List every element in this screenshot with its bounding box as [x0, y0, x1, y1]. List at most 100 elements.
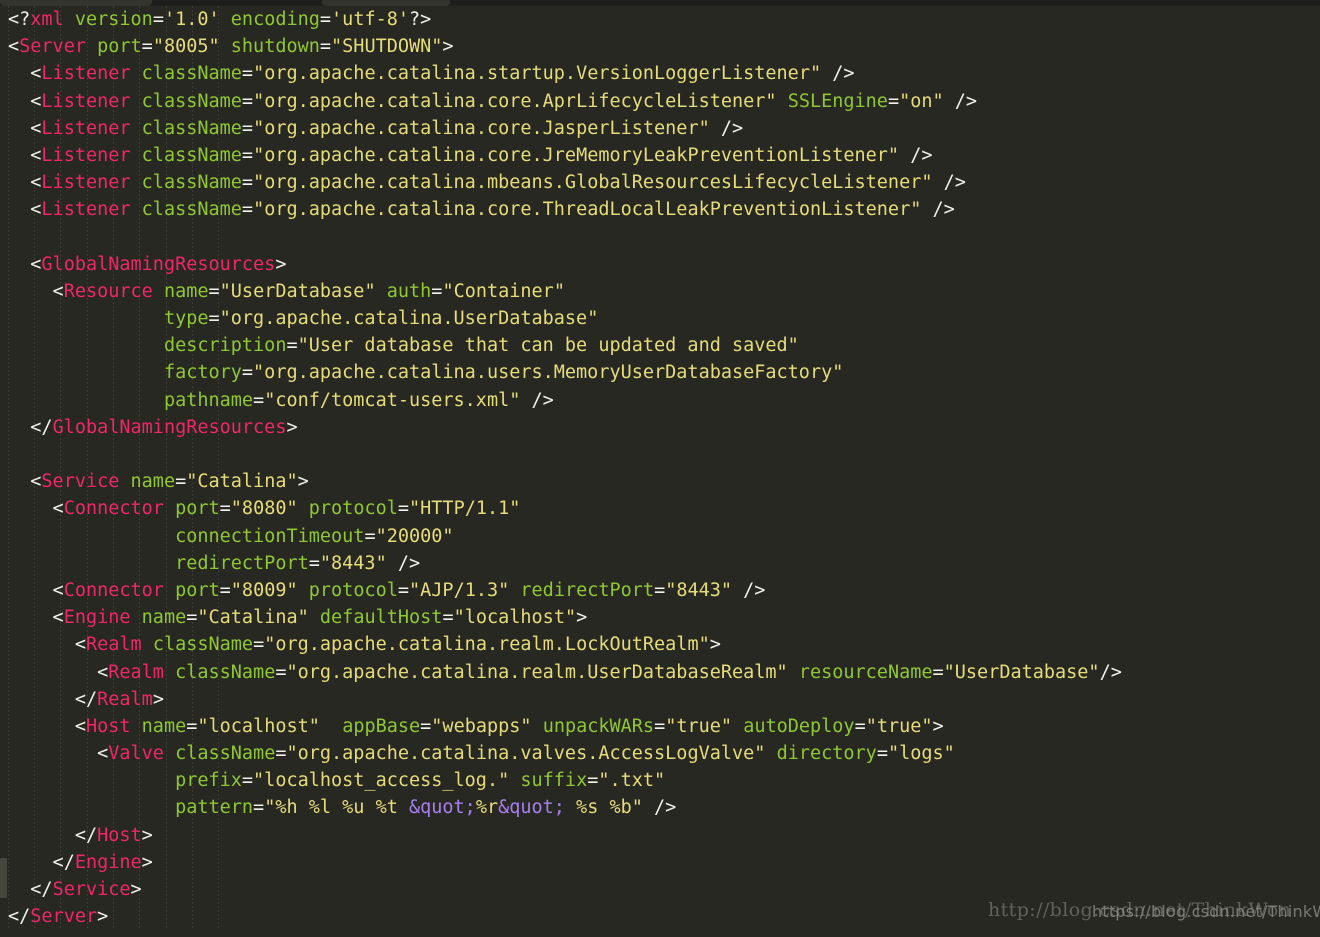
code-token: = [208, 280, 220, 302]
code-token: </ [8, 879, 53, 900]
code-line[interactable]: prefix="localhost_access_log." suffix=".… [0, 767, 1122, 794]
code-token: = [275, 743, 287, 765]
code-token: redirectPort [520, 579, 655, 601]
code-token: /> [921, 199, 955, 221]
code-token: className [141, 117, 242, 139]
code-token: = [241, 63, 254, 85]
code-token: > [297, 471, 309, 493]
code-token: "localhost_access_log." [253, 770, 510, 792]
code-token: < [8, 36, 20, 58]
code-token: "org.apache.catalina.core.JasperListener… [253, 117, 710, 139]
code-line[interactable]: <Service name="Catalina"> [0, 468, 1122, 495]
code-line[interactable]: </Server> [0, 903, 1122, 930]
code-token: connectionTimeout [175, 525, 365, 547]
code-token: Listener [41, 90, 131, 112]
code-line[interactable]: <Valve className="org.apache.catalina.va… [0, 740, 1122, 767]
code-token: className [141, 172, 242, 194]
code-line[interactable]: <Host name="localhost" appBase="webapps"… [0, 713, 1122, 740]
code-line[interactable]: </Host> [0, 822, 1122, 849]
code-token: = [241, 362, 254, 384]
code-token: Listener [41, 144, 131, 166]
code-line[interactable]: </Realm> [0, 686, 1122, 713]
code-token: "Container" [442, 280, 565, 302]
code-line[interactable]: <Listener className="org.apache.catalina… [0, 196, 1122, 223]
code-line[interactable]: <Resource name="UserDatabase" auth="Cont… [0, 278, 1122, 305]
code-token: < [8, 253, 42, 275]
code-token: = [397, 498, 410, 520]
code-line[interactable]: </Service> [0, 876, 1122, 903]
code-token: unpackWARs [542, 715, 655, 737]
code-token: "on" [899, 90, 944, 112]
code-token: /> [709, 117, 744, 139]
code-token: name [141, 607, 187, 629]
code-line[interactable]: </Engine> [0, 849, 1122, 876]
code-token: = [319, 9, 332, 30]
chrome-segment-left [0, 0, 152, 6]
code-token: = [152, 9, 164, 30]
code-token: = [876, 743, 888, 765]
code-line[interactable]: <Listener className="org.apache.catalina… [0, 142, 1122, 169]
code-editor-viewport[interactable]: <?xml version='1.0' encoding='utf-8'?> <S… [0, 0, 1320, 937]
code-line[interactable] [0, 441, 1122, 468]
code-line[interactable]: <Listener className="org.apache.catalina… [0, 88, 1122, 115]
code-token: = [397, 579, 410, 601]
code-token: "Catalina" [197, 607, 309, 629]
code-token: = [175, 471, 187, 493]
code-token: className [152, 634, 254, 656]
code-line[interactable]: factory="org.apache.catalina.users.Memor… [0, 359, 1122, 386]
code-token: /> [899, 144, 933, 166]
code-token: directory [776, 743, 877, 765]
code-line[interactable]: <Connector port="8009" protocol="AJP/1.3… [0, 577, 1122, 604]
code-token: = [241, 199, 254, 221]
code-line[interactable]: pathname="conf/tomcat-users.xml" /> [0, 387, 1122, 414]
code-token: < [8, 199, 42, 221]
code-line[interactable]: <Listener className="org.apache.catalina… [0, 60, 1122, 87]
code-token: = [420, 715, 432, 737]
code-line[interactable]: </GlobalNamingResources> [0, 414, 1122, 441]
vertical-scrollbar-thumb[interactable] [0, 858, 7, 898]
code-token: "HTTP/1.1" [409, 498, 521, 520]
code-token: "localhost" [453, 607, 577, 629]
code-token: redirectPort [175, 552, 309, 574]
code-token: </ [8, 416, 53, 438]
code-line[interactable]: <Engine name="Catalina" defaultHost="loc… [0, 604, 1122, 631]
code-line[interactable]: <Listener className="org.apache.catalina… [0, 169, 1122, 196]
code-token: "8005" [152, 36, 220, 58]
code-line[interactable]: <Server port="8005" shutdown="SHUTDOWN"> [0, 33, 1122, 60]
code-line[interactable]: <Connector port="8080" protocol="HTTP/1.… [0, 495, 1122, 522]
code-line[interactable]: <GlobalNamingResources> [0, 251, 1122, 278]
code-token: appBase [342, 715, 421, 737]
code-line[interactable]: type="org.apache.catalina.UserDatabase" [0, 305, 1122, 332]
code-line[interactable]: pattern="%h %l %u %t &quot;%r&quot; %s %… [0, 794, 1122, 821]
code-line[interactable]: <Listener className="org.apache.catalina… [0, 115, 1122, 142]
code-token: "localhost" [197, 715, 320, 737]
code-line[interactable] [0, 224, 1122, 251]
code-token: = [208, 308, 220, 330]
code-line[interactable]: description="User database that can be u… [0, 332, 1122, 359]
xml-source-code[interactable]: <?xml version='1.0' encoding='utf-8'?> <S… [0, 6, 1122, 930]
code-token: < [8, 579, 64, 601]
code-token: </ [8, 906, 31, 928]
code-token: defaultHost [319, 607, 443, 629]
code-line[interactable]: connectionTimeout="20000" [0, 523, 1122, 550]
code-line[interactable]: <?xml version='1.0' encoding='utf-8'?> [0, 6, 1122, 33]
code-line[interactable]: <Realm className="org.apache.catalina.re… [0, 659, 1122, 686]
code-token: Listener [41, 172, 131, 194]
code-token: %s %b" [564, 797, 643, 819]
code-line[interactable]: <Realm className="org.apache.catalina.re… [0, 631, 1122, 658]
code-token: ".txt" [598, 770, 666, 792]
code-line[interactable]: redirectPort="8443" /> [0, 550, 1122, 577]
